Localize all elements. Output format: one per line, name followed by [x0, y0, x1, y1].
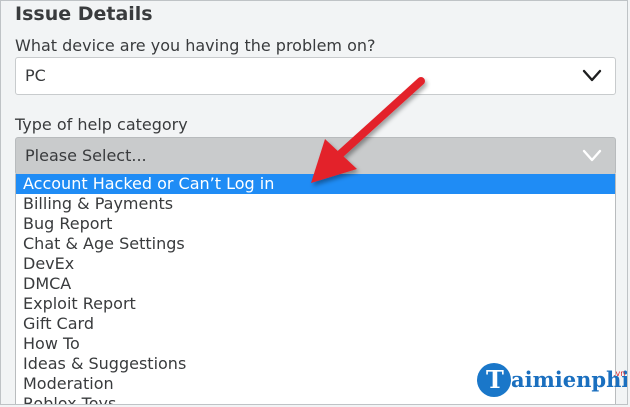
watermark-suffix: .vn — [613, 369, 626, 378]
help-category-label: Type of help category — [15, 115, 188, 134]
help-category-select-value: Please Select... — [25, 146, 147, 165]
watermark-initial: T — [486, 365, 504, 394]
chevron-down-icon — [582, 69, 602, 82]
watermark-text: aimienphi — [511, 367, 628, 392]
option-chat-age-settings[interactable]: Chat & Age Settings — [16, 234, 615, 254]
red-arrow-icon — [311, 77, 425, 183]
page-title: Issue Details — [15, 3, 153, 25]
option-exploit-report[interactable]: Exploit Report — [16, 294, 615, 314]
option-how-to[interactable]: How To — [16, 334, 615, 354]
issue-details-panel: Issue Details What device are you having… — [0, 0, 628, 405]
device-question-label: What device are you having the problem o… — [15, 36, 376, 55]
option-devex[interactable]: DevEx — [16, 254, 615, 274]
taimienphi-watermark: T aimienphi .vn — [477, 363, 627, 399]
option-gift-card[interactable]: Gift Card — [16, 314, 615, 334]
device-select-value: PC — [25, 66, 46, 85]
chevron-down-icon — [582, 149, 602, 162]
option-bug-report[interactable]: Bug Report — [16, 214, 615, 234]
option-dmca[interactable]: DMCA — [16, 274, 615, 294]
